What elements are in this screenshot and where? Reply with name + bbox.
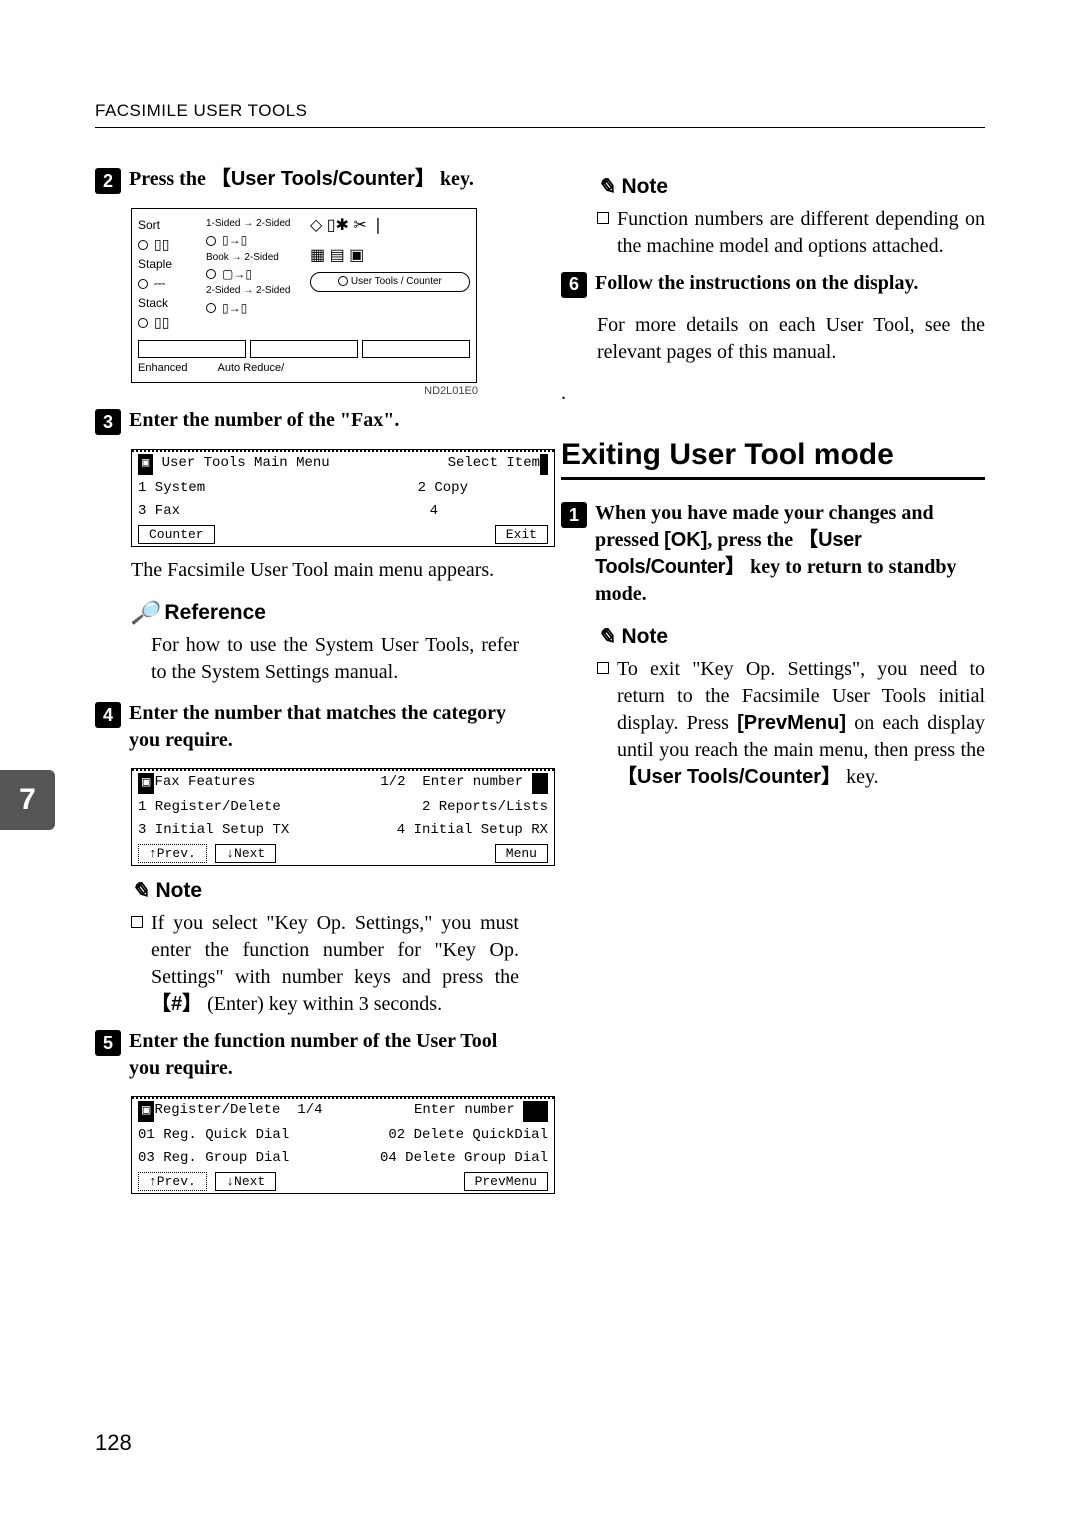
lcd-main-menu: ▣ User Tools Main MenuSelect Item 1 Syst… bbox=[131, 449, 555, 547]
pencil-icon: ✎ bbox=[597, 622, 615, 652]
note-heading-right-top: ✎ Note bbox=[597, 172, 985, 202]
pencil-icon: ✎ bbox=[131, 876, 149, 906]
step-3-body: The Facsimile User Tool main menu appear… bbox=[131, 557, 519, 584]
magnifier-icon: 🔎 bbox=[131, 598, 158, 628]
operation-panel-figure: Sort ▯▯ Staple ⎓ Stack ▯▯ 1-Sided → 2-Si… bbox=[131, 208, 477, 383]
panel-code: ND2L01E0 bbox=[424, 384, 478, 399]
step-number-5: 5 bbox=[95, 1030, 121, 1056]
page-header: FACSIMILE USER TOOLS bbox=[95, 100, 985, 128]
step-6-body: For more details on each User Tool, see … bbox=[597, 312, 985, 366]
step-4: 4 Enter the number that matches the cate… bbox=[95, 700, 519, 754]
note-4-item: If you select "Key Op. Settings," you mu… bbox=[131, 910, 519, 1018]
step-number-6: 6 bbox=[561, 272, 587, 298]
step-5-text: Enter the function number of the User To… bbox=[129, 1028, 519, 1082]
step-number-4: 4 bbox=[95, 702, 121, 728]
step-3-text: Enter the number of the "Fax". bbox=[129, 407, 399, 434]
lcd-register-delete: ▣Register/Delete 1/4Enter number 01 Reg.… bbox=[131, 1096, 555, 1194]
note-heading-right-bottom: ✎ Note bbox=[597, 622, 985, 652]
reference-body: For how to use the System User Tools, re… bbox=[151, 632, 519, 686]
panel-top-icons: ◇ ▯✱ ✂ ❘ bbox=[310, 215, 470, 237]
step-4-text: Enter the number that matches the catego… bbox=[129, 700, 519, 754]
exit-step-1-text: When you have made your changes and pres… bbox=[595, 500, 985, 608]
step-6-text: Follow the instructions on the display. bbox=[595, 270, 918, 297]
bullet-icon bbox=[131, 916, 143, 928]
chapter-tab: 7 bbox=[0, 770, 55, 830]
note-exit-item: To exit "Key Op. Settings", you need to … bbox=[597, 656, 985, 791]
step-2-text: Press the 【User Tools/Counter】 key. bbox=[129, 166, 474, 193]
exit-step-number-1: 1 bbox=[561, 502, 587, 528]
step-6: 6 Follow the instructions on the display… bbox=[561, 270, 985, 298]
step-3: 3 Enter the number of the "Fax". bbox=[95, 407, 519, 435]
panel-mid-icons: ▦ ▤ ▣ bbox=[310, 245, 470, 267]
pencil-icon: ✎ bbox=[597, 172, 615, 202]
bullet-icon bbox=[597, 662, 609, 674]
right-column: ✎ Note Function numbers are different de… bbox=[561, 166, 985, 1204]
stray-dot: . bbox=[561, 380, 985, 407]
page-number: 128 bbox=[95, 1428, 132, 1458]
step-number-2: 2 bbox=[95, 168, 121, 194]
exit-step-1: 1 When you have made your changes and pr… bbox=[561, 500, 985, 608]
lcd-fax-features: ▣Fax Features1/2 Enter number 1 Register… bbox=[131, 768, 555, 866]
bullet-icon bbox=[597, 212, 609, 224]
step-5: 5 Enter the function number of the User … bbox=[95, 1028, 519, 1082]
section-exiting-title: Exiting User Tool mode bbox=[561, 435, 985, 481]
note-top-item: Function numbers are different depending… bbox=[597, 206, 985, 260]
step-number-3: 3 bbox=[95, 409, 121, 435]
note-heading-left: ✎ Note bbox=[131, 876, 519, 906]
left-column: 2 Press the 【User Tools/Counter】 key. So… bbox=[95, 166, 519, 1204]
step-2: 2 Press the 【User Tools/Counter】 key. bbox=[95, 166, 519, 194]
reference-heading: 🔎 Reference bbox=[131, 598, 519, 628]
